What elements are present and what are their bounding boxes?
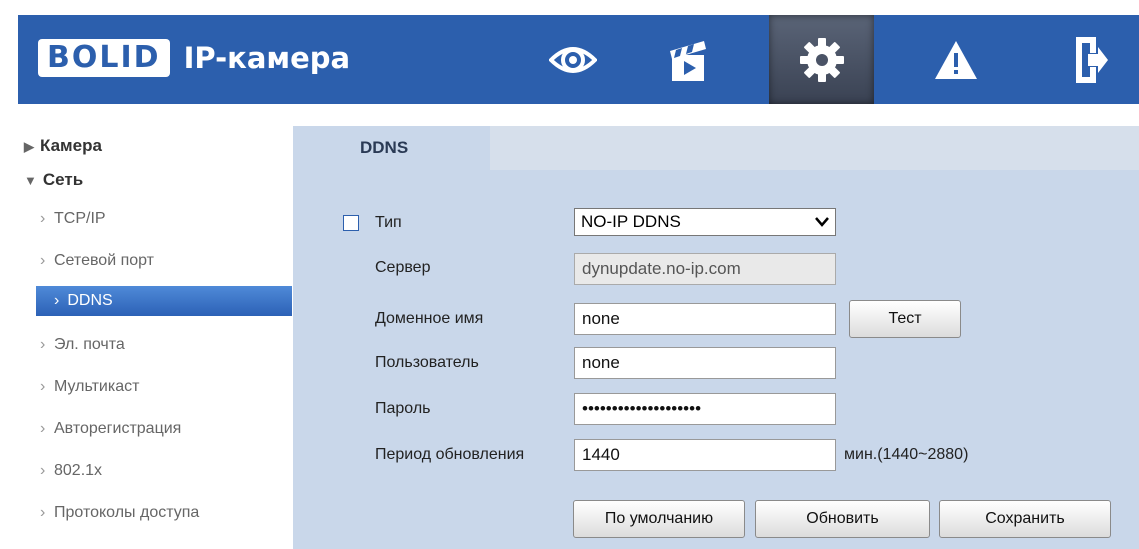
period-input[interactable]: 1440 [574,439,836,471]
ddns-type-select[interactable]: NO-IP DDNS [574,208,836,236]
alarm-warning-icon[interactable] [903,15,1008,104]
sidebar-item-autoregistration[interactable]: › Авторегистрация [18,408,293,450]
sidebar-category-camera[interactable]: ▶ Камера [18,126,293,166]
test-button[interactable]: Тест [849,300,961,338]
user-input[interactable]: none [574,347,836,379]
settings-gear-icon[interactable] [769,15,874,104]
save-button[interactable]: Сохранить [939,500,1111,538]
chevron-right-icon: › [40,420,46,437]
password-input[interactable]: •••••••••••••••••••• [574,393,836,425]
logout-exit-door-icon[interactable] [1038,15,1139,104]
app-title: IP-камера [183,41,351,75]
sidebar-category-network[interactable]: ▼ Сеть [18,166,293,198]
tab-strip: DDNS [293,126,1139,170]
chevron-right-icon: › [40,462,46,479]
refresh-button[interactable]: Обновить [755,500,930,538]
sidebar-item-email[interactable]: › Эл. почта [18,324,293,366]
period-hint: мин.(1440~2880) [844,446,969,463]
server-field: dynupdate.no-ip.com [574,253,836,285]
chevron-right-icon: › [40,504,46,521]
chevron-right-icon: › [40,378,46,395]
chevron-right-icon: › [40,336,46,353]
chevron-down-icon [815,209,829,244]
type-label: Тип [375,214,402,231]
password-label: Пароль [375,400,431,417]
domain-input[interactable]: none [574,303,836,335]
default-button[interactable]: По умолчанию [573,500,745,538]
server-label: Сервер [375,259,431,276]
sidebar-item-ddns[interactable]: › DDNS [18,282,293,324]
live-view-eye-icon[interactable] [520,15,625,104]
domain-label: Доменное имя [375,310,484,327]
chevron-right-icon: › [54,292,60,309]
sidebar: ▶ Камера ▼ Сеть › TCP/IP › Сетевой порт › DDN… [18,126,293,534]
sidebar-item-network-port[interactable]: › Сетевой порт [18,240,293,282]
period-label: Период обновления [375,446,525,463]
sidebar-item-access-protocols[interactable]: › Протоколы доступа [18,492,293,534]
triangle-right-icon: ▶ [24,139,34,154]
content-panel: DDNS Тип NO-IP DDNS Сервер dynupdate.no-… [293,126,1139,549]
brand-logo: BOLID [38,39,170,77]
header-bar: BOLID IP-камера [18,15,1139,104]
sidebar-item-8021x[interactable]: › 802.1x [18,450,293,492]
tab-ddns[interactable]: DDNS [293,126,490,170]
sidebar-item-multicast[interactable]: › Мультикаст [18,366,293,408]
enable-checkbox[interactable] [343,215,359,231]
logo: BOLID IP-камера [38,37,350,79]
triangle-down-icon: ▼ [24,173,37,188]
sidebar-item-tcpip[interactable]: › TCP/IP [18,198,293,240]
playback-clapperboard-icon[interactable] [635,15,740,104]
user-label: Пользователь [375,354,479,371]
chevron-right-icon: › [40,210,46,227]
chevron-right-icon: › [40,252,46,269]
